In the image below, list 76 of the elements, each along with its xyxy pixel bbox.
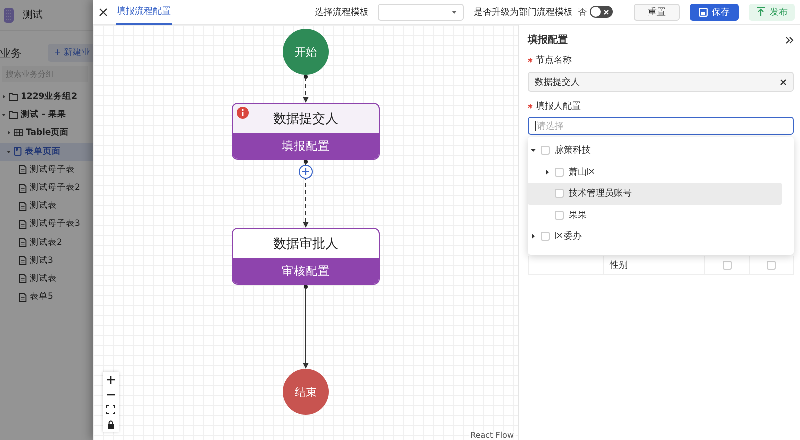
checkbox[interactable] bbox=[722, 260, 732, 270]
lock-icon[interactable] bbox=[106, 420, 116, 430]
tree-option[interactable]: 区委办 bbox=[528, 226, 782, 248]
attribution-link[interactable]: React Flow bbox=[468, 431, 516, 440]
caret-icon[interactable] bbox=[545, 170, 550, 175]
tree-item[interactable]: 1229业务组2 bbox=[0, 88, 93, 106]
field-label: 填报人配置 bbox=[536, 100, 581, 112]
node-title: 数据提交人 bbox=[272, 110, 340, 128]
tree-item[interactable]: 测试 - 果果 bbox=[0, 106, 93, 124]
document-icon bbox=[19, 202, 27, 211]
collapse-icon[interactable] bbox=[786, 36, 794, 44]
caret-icon[interactable] bbox=[531, 234, 536, 240]
document-icon bbox=[19, 220, 27, 229]
tree-item[interactable]: 测试母子表3 bbox=[0, 215, 93, 234]
caret-icon[interactable] bbox=[531, 148, 536, 154]
fit-view-icon[interactable] bbox=[106, 404, 116, 414]
document-icon bbox=[19, 292, 27, 302]
tree-option[interactable]: 脉策科技 bbox=[528, 140, 782, 162]
folder-icon bbox=[9, 93, 18, 102]
field-label: 节点名称 bbox=[536, 54, 572, 66]
tree-item[interactable]: 表单5 bbox=[0, 288, 93, 306]
table-cell: 性别 bbox=[604, 256, 705, 274]
bookmark-icon bbox=[14, 147, 22, 156]
tree-item[interactable]: 表单页面 bbox=[0, 142, 93, 161]
start-node: 开始 bbox=[283, 29, 329, 75]
save-icon bbox=[699, 8, 708, 16]
tree-option[interactable]: 萧山区 bbox=[528, 162, 782, 183]
checkbox[interactable] bbox=[555, 168, 564, 177]
clear-icon[interactable] bbox=[780, 78, 787, 86]
add-node-button[interactable] bbox=[299, 165, 313, 179]
close-icon[interactable] bbox=[99, 8, 108, 16]
tree-item[interactable]: Table页面 bbox=[0, 124, 93, 143]
checkbox[interactable] bbox=[541, 232, 550, 242]
save-button[interactable]: 保存 bbox=[690, 4, 739, 20]
caret-icon bbox=[452, 10, 457, 14]
checkbox[interactable] bbox=[555, 210, 564, 220]
document-icon bbox=[19, 256, 27, 266]
tree-option[interactable]: 果果 bbox=[528, 204, 782, 226]
section-title: 业务 bbox=[0, 46, 22, 60]
document-icon bbox=[19, 238, 27, 248]
zoom-in-icon[interactable] bbox=[106, 374, 116, 384]
end-node: 结束 bbox=[283, 369, 329, 415]
reset-button[interactable]: 重置 bbox=[634, 4, 680, 20]
upgrade-label: 是否升级为部门流程模板 bbox=[474, 6, 573, 18]
panel-title: 填报配置 bbox=[528, 34, 568, 47]
new-button[interactable]: + 新建业 bbox=[48, 44, 93, 62]
cross-icon bbox=[603, 8, 610, 16]
publish-button[interactable]: 发布 bbox=[749, 4, 795, 20]
document-icon bbox=[19, 274, 27, 284]
node-action[interactable]: 填报配置 bbox=[233, 133, 379, 159]
app-name: 测试 bbox=[23, 8, 43, 22]
node-action[interactable]: 审核配置 bbox=[233, 258, 379, 284]
checkbox[interactable] bbox=[541, 146, 550, 156]
plus-icon[interactable] bbox=[302, 168, 310, 176]
document-icon bbox=[19, 184, 27, 193]
tree-option[interactable]: 技术管理员账号 bbox=[528, 183, 782, 204]
checkbox[interactable] bbox=[767, 260, 776, 270]
node-title: 数据审批人 bbox=[272, 236, 340, 254]
upload-icon bbox=[756, 7, 766, 17]
table-icon bbox=[14, 129, 23, 138]
tree-item[interactable]: 测试表 bbox=[0, 270, 93, 288]
toggle-switch[interactable] bbox=[590, 6, 613, 18]
checkbox[interactable] bbox=[555, 189, 564, 198]
tree-item[interactable]: 测试表 bbox=[0, 197, 93, 216]
template-label: 选择流程模板 bbox=[315, 6, 369, 18]
text-field[interactable]: 数据提交人 bbox=[528, 72, 794, 92]
tree-item[interactable]: 测试母子表2 bbox=[0, 178, 93, 198]
tree-item[interactable]: 测试3 bbox=[0, 252, 93, 270]
tree-item[interactable]: 测试表2 bbox=[0, 234, 93, 252]
app-avatar-icon bbox=[4, 8, 14, 22]
document-icon bbox=[19, 165, 27, 174]
folder-icon bbox=[9, 111, 18, 120]
task-node[interactable]: 数据审批人 审核配置 bbox=[232, 228, 380, 285]
toggle-state-text: 否 bbox=[578, 6, 587, 18]
tree-item[interactable]: 测试母子表 bbox=[0, 160, 93, 179]
task-node[interactable]: 数据提交人 填报配置 bbox=[232, 103, 380, 160]
